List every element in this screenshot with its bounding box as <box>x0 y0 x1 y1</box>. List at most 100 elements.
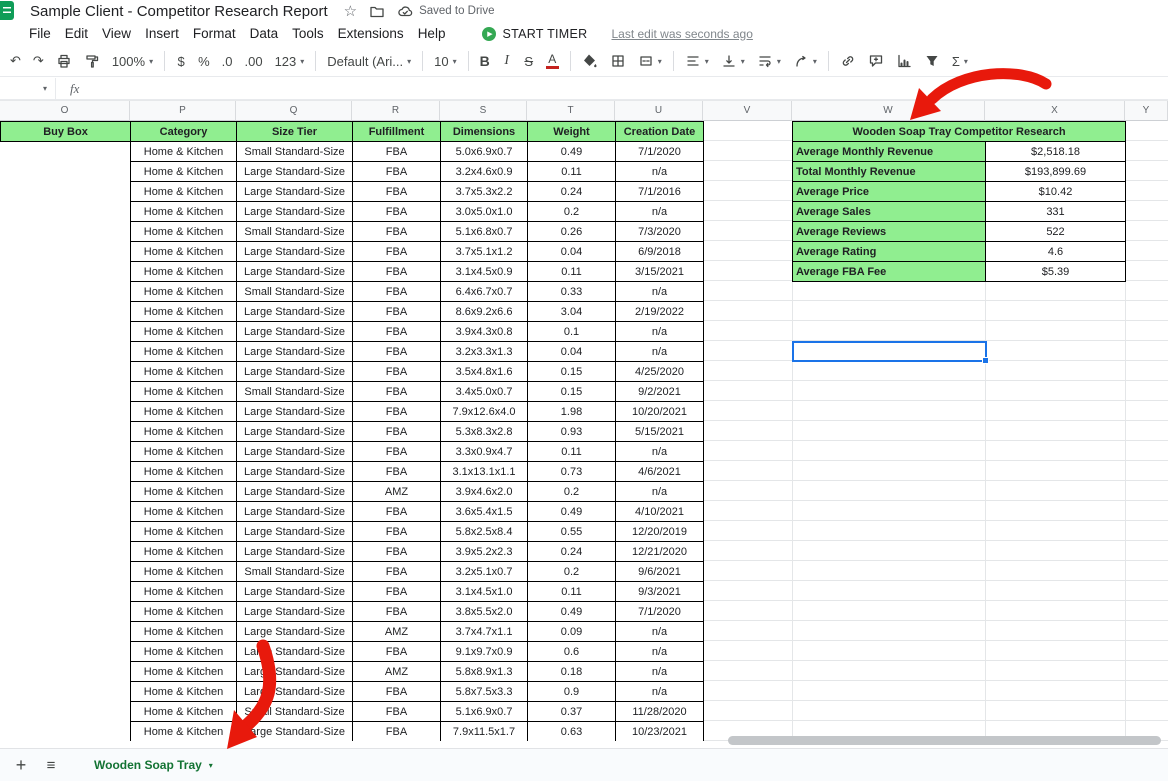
summary-value-cell[interactable]: 522 <box>986 222 1126 242</box>
table-cell[interactable]: Home & Kitchen <box>131 662 237 682</box>
table-cell[interactable]: 3.04 <box>528 302 616 322</box>
table-cell[interactable]: 11/28/2020 <box>616 702 704 722</box>
table-cell[interactable]: 0.04 <box>528 242 616 262</box>
table-cell[interactable]: 12/21/2020 <box>616 542 704 562</box>
bold-button[interactable]: B <box>474 49 496 73</box>
decrease-decimal-button[interactable]: .0 <box>216 49 239 73</box>
table-cell[interactable]: 7/1/2020 <box>616 602 704 622</box>
table-cell[interactable]: 8.6x9.2x6.6 <box>441 302 528 322</box>
table-cell[interactable]: FBA <box>353 542 441 562</box>
format-percent-button[interactable]: % <box>192 49 216 73</box>
zoom-select[interactable]: 100% ▾ <box>106 49 159 73</box>
fill-handle[interactable] <box>982 357 989 364</box>
table-cell[interactable]: Home & Kitchen <box>131 342 237 362</box>
all-sheets-icon[interactable]: ≡ <box>36 757 66 774</box>
table-cell[interactable]: 4/25/2020 <box>616 362 704 382</box>
table-cell[interactable]: FBA <box>353 262 441 282</box>
table-cell[interactable]: 7/1/2016 <box>616 182 704 202</box>
table-cell[interactable]: 0.93 <box>528 422 616 442</box>
table-cell[interactable]: 0.49 <box>528 602 616 622</box>
table-cell[interactable]: 3.3x0.9x4.7 <box>441 442 528 462</box>
table-cell[interactable]: Home & Kitchen <box>131 202 237 222</box>
name-box[interactable]: ▾ <box>0 78 56 99</box>
last-edit-link[interactable]: Last edit was seconds ago <box>611 27 752 41</box>
menu-help[interactable]: Help <box>411 26 453 41</box>
formula-input[interactable] <box>79 78 1168 99</box>
table-cell[interactable]: FBA <box>353 242 441 262</box>
table-cell[interactable]: Home & Kitchen <box>131 382 237 402</box>
table-cell[interactable]: 0.6 <box>528 642 616 662</box>
table-cell[interactable]: 10/23/2021 <box>616 722 704 741</box>
table-cell[interactable]: Home & Kitchen <box>131 182 237 202</box>
table-cell[interactable]: Home & Kitchen <box>131 622 237 642</box>
table-cell[interactable]: n/a <box>616 662 704 682</box>
data-table-header-cell[interactable]: Size Tier <box>237 122 353 142</box>
table-cell[interactable]: 3.8x5.5x2.0 <box>441 602 528 622</box>
font-select[interactable]: Default (Ari... ▾ <box>321 49 417 73</box>
selected-cell[interactable] <box>792 341 989 364</box>
column-header-R[interactable]: R <box>352 101 440 121</box>
table-cell[interactable]: n/a <box>616 642 704 662</box>
data-table-header-cell[interactable]: Fulfillment <box>353 122 441 142</box>
summary-value-cell[interactable]: $5.39 <box>986 262 1126 282</box>
more-formats-button[interactable]: 123 ▾ <box>269 49 311 73</box>
table-cell[interactable]: n/a <box>616 202 704 222</box>
table-cell[interactable]: 0.24 <box>528 182 616 202</box>
table-cell[interactable]: Large Standard-Size <box>237 402 353 422</box>
table-cell[interactable]: n/a <box>616 282 704 302</box>
summary-label-cell[interactable]: Total Monthly Revenue <box>793 162 986 182</box>
table-cell[interactable]: 3.7x4.7x1.1 <box>441 622 528 642</box>
table-cell[interactable]: 4/10/2021 <box>616 502 704 522</box>
table-cell[interactable]: Large Standard-Size <box>237 602 353 622</box>
table-cell[interactable]: Large Standard-Size <box>237 342 353 362</box>
table-cell[interactable]: 3.9x5.2x2.3 <box>441 542 528 562</box>
table-cell[interactable]: n/a <box>616 622 704 642</box>
table-cell[interactable]: FBA <box>353 302 441 322</box>
table-cell[interactable]: 0.15 <box>528 362 616 382</box>
table-cell[interactable]: n/a <box>616 442 704 462</box>
table-cell[interactable]: Small Standard-Size <box>237 702 353 722</box>
table-cell[interactable]: 0.73 <box>528 462 616 482</box>
table-cell[interactable]: Home & Kitchen <box>131 502 237 522</box>
table-cell[interactable]: 0.24 <box>528 542 616 562</box>
tab-menu-icon[interactable]: ▾ <box>209 761 213 770</box>
functions-button[interactable]: Σ ▾ <box>946 49 974 73</box>
table-cell[interactable]: Large Standard-Size <box>237 462 353 482</box>
table-cell[interactable]: Home & Kitchen <box>131 482 237 502</box>
table-cell[interactable]: 9/2/2021 <box>616 382 704 402</box>
text-wrap-icon[interactable]: ▾ <box>751 49 787 73</box>
table-cell[interactable]: Large Standard-Size <box>237 322 353 342</box>
table-cell[interactable]: Small Standard-Size <box>237 562 353 582</box>
table-cell[interactable]: AMZ <box>353 622 441 642</box>
table-cell[interactable]: 5.1x6.8x0.7 <box>441 222 528 242</box>
horizontal-align-icon[interactable]: ▾ <box>679 49 715 73</box>
table-cell[interactable]: Home & Kitchen <box>131 322 237 342</box>
table-cell[interactable]: FBA <box>353 602 441 622</box>
table-cell[interactable]: n/a <box>616 482 704 502</box>
table-cell[interactable]: AMZ <box>353 482 441 502</box>
column-header-U[interactable]: U <box>615 101 703 121</box>
table-cell[interactable]: 0.18 <box>528 662 616 682</box>
table-cell[interactable]: 10/20/2021 <box>616 402 704 422</box>
table-cell[interactable]: FBA <box>353 462 441 482</box>
table-cell[interactable]: FBA <box>353 582 441 602</box>
table-cell[interactable]: 0.15 <box>528 382 616 402</box>
table-cell[interactable]: Home & Kitchen <box>131 582 237 602</box>
table-cell[interactable]: 3.1x4.5x0.9 <box>441 262 528 282</box>
undo-icon[interactable]: ↶ <box>4 49 27 73</box>
table-cell[interactable]: 3.9x4.6x2.0 <box>441 482 528 502</box>
table-cell[interactable]: 3.7x5.3x2.2 <box>441 182 528 202</box>
column-header-Q[interactable]: Q <box>236 101 352 121</box>
table-cell[interactable]: FBA <box>353 362 441 382</box>
table-cell[interactable]: Home & Kitchen <box>131 602 237 622</box>
text-color-button[interactable]: A <box>540 49 565 73</box>
table-cell[interactable]: 5.8x2.5x8.4 <box>441 522 528 542</box>
table-cell[interactable]: Home & Kitchen <box>131 702 237 722</box>
table-cell[interactable]: 0.49 <box>528 142 616 162</box>
add-comment-icon[interactable] <box>862 49 890 73</box>
table-cell[interactable]: Large Standard-Size <box>237 622 353 642</box>
table-cell[interactable]: Large Standard-Size <box>237 162 353 182</box>
table-cell[interactable]: 0.11 <box>528 162 616 182</box>
menu-view[interactable]: View <box>95 26 138 41</box>
table-cell[interactable]: 0.9 <box>528 682 616 702</box>
